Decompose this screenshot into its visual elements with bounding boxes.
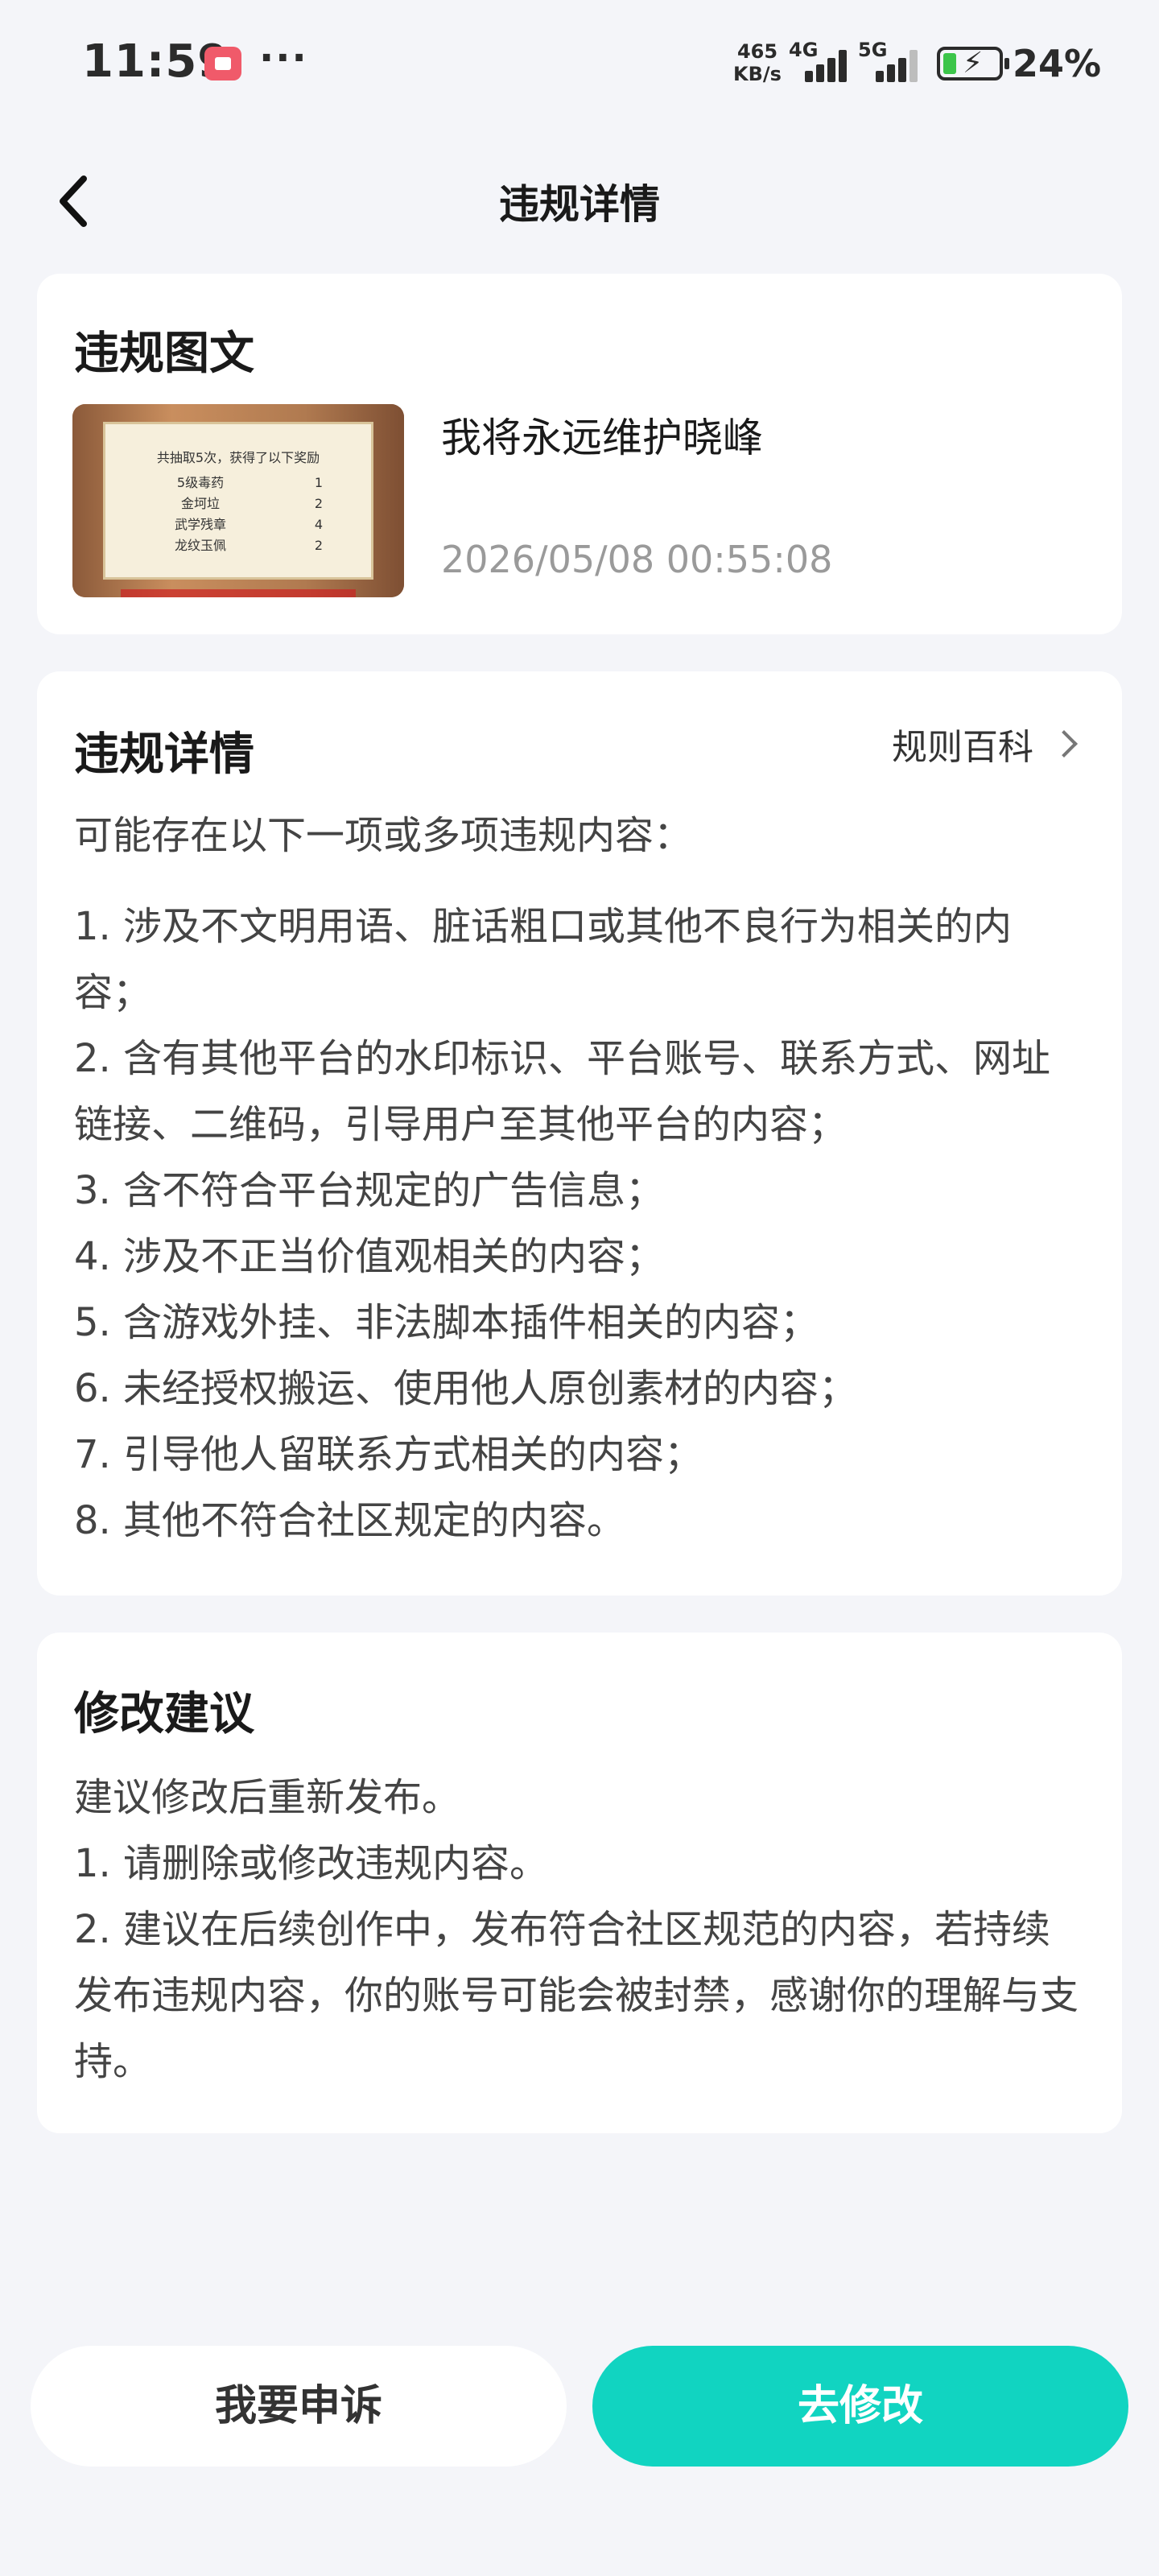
thumbnail-item: 武学残章 — [174, 517, 226, 532]
violation-post-card: 违规图文 共抽取5次，获得了以下奖励 5级毒药 1 金坷垃 2 武学残章 4 龙纹玉佩… — [37, 274, 1122, 634]
thumbnail-count: 2 — [314, 496, 324, 511]
suggestions-list: 建议修改后重新发布。 1. 请删除或修改违规内容。 2. 建议在后续创作中，发布… — [74, 1765, 1085, 2095]
rules-encyclopedia-label: 规则百科 — [892, 727, 1033, 768]
thumbnail-row: 龙纹玉佩 2 — [120, 535, 357, 556]
edit-button[interactable]: 去修改 — [592, 2346, 1128, 2467]
rules-encyclopedia-link[interactable]: 规则百科 — [892, 718, 1078, 770]
violation-details-card: 违规详情 规则百科 可能存在以下一项或多项违规内容： 1. 涉及不文明用语、脏话… — [37, 671, 1122, 1596]
violation-item: 5. 含游戏外挂、非法脚本插件相关的内容； — [74, 1300, 819, 1345]
thumbnail-count: 2 — [314, 538, 324, 553]
thumbnail-row: 5级毒药 1 — [120, 473, 357, 493]
network-speed-value: 465 — [736, 40, 778, 63]
post-thumbnail[interactable]: 共抽取5次，获得了以下奖励 5级毒药 1 金坷垃 2 武学残章 4 龙纹玉佩 2 — [72, 404, 404, 597]
status-bar: 11:59 ··· 465 KB/s 4G 5G ⚡ 24% — [0, 0, 1159, 129]
thumbnail-row: 金坷垃 2 — [120, 493, 357, 514]
signal-4g-icon — [797, 42, 848, 82]
page-title: 违规详情 — [499, 181, 660, 228]
more-notifications-icon: ··· — [259, 35, 308, 80]
thumbnail-count: 4 — [314, 517, 324, 532]
suggestion-line: 1. 请删除或修改违规内容。 — [74, 1841, 549, 1886]
thumbnail-count: 1 — [314, 475, 324, 490]
violation-list: 1. 涉及不文明用语、脏话粗口或其他不良行为相关的内容； 2. 含有其他平台的水… — [74, 894, 1085, 1554]
network-speed-unit: KB/s — [733, 63, 782, 85]
chevron-right-icon — [1050, 730, 1078, 758]
thumbnail-row: 武学残章 4 — [120, 514, 357, 535]
suggestions-section-title: 修改建议 — [74, 1688, 254, 1740]
thumbnail-reward-panel: 共抽取5次，获得了以下奖励 5级毒药 1 金坷垃 2 武学残章 4 龙纹玉佩 2 — [103, 422, 373, 580]
violation-item: 3. 含不符合平台规定的广告信息； — [74, 1168, 665, 1213]
thumbnail-item: 龙纹玉佩 — [174, 538, 226, 553]
violation-item: 1. 涉及不文明用语、脏话粗口或其他不良行为相关的内容； — [74, 904, 1013, 1015]
violation-item: 7. 引导他人留联系方式相关的内容； — [74, 1432, 703, 1477]
appeal-button[interactable]: 我要申诉 — [31, 2346, 567, 2467]
violation-intro: 可能存在以下一项或多项违规内容： — [74, 813, 693, 858]
network-speed: 465 KB/s — [731, 40, 784, 85]
violation-details-section-title: 违规详情 — [74, 729, 254, 781]
violation-item: 8. 其他不符合社区规定的内容。 — [74, 1498, 626, 1543]
battery-icon: ⚡ — [937, 47, 1009, 80]
battery-percentage: 24% — [1013, 42, 1102, 85]
post-title[interactable]: 我将永远维护晓峰 — [441, 406, 763, 464]
thumbnail-header: 共抽取5次，获得了以下奖励 — [156, 450, 320, 465]
signal-5g-icon — [868, 42, 919, 82]
thumbnail-item: 5级毒药 — [176, 475, 225, 490]
app-notification-icon — [204, 47, 241, 80]
violation-post-section-title: 违规图文 — [74, 328, 254, 380]
violation-item: 2. 含有其他平台的水印标识、平台账号、联系方式、网址链接、二维码，引导用户至其… — [74, 1036, 1051, 1147]
post-timestamp: 2026/05/08 00:55:08 — [441, 538, 833, 581]
violation-item: 6. 未经授权搬运、使用他人原创素材的内容； — [74, 1366, 858, 1411]
violation-item: 4. 涉及不正当价值观相关的内容； — [74, 1234, 665, 1279]
suggestion-line: 建议修改后重新发布。 — [74, 1775, 461, 1820]
suggestion-line: 2. 建议在后续创作中，发布符合社区规范的内容，若持续发布违规内容，你的账号可能… — [74, 1907, 1079, 2084]
suggestions-card: 修改建议 建议修改后重新发布。 1. 请删除或修改违规内容。 2. 建议在后续创… — [37, 1633, 1122, 2133]
thumbnail-item: 金坷垃 — [180, 496, 220, 511]
